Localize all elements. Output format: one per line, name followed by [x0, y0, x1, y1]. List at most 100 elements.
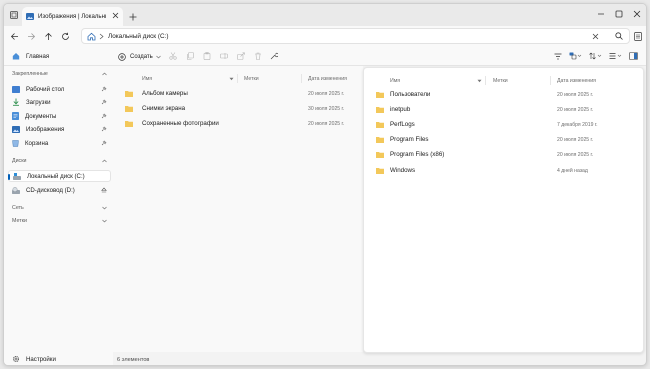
- column-divider[interactable]: [301, 74, 302, 83]
- home-icon: [12, 52, 20, 60]
- file-explorer-window: Изображения | Локальный диск: [3, 3, 647, 366]
- sort-icon[interactable]: [587, 50, 604, 62]
- properties-icon[interactable]: [268, 50, 279, 62]
- desktop-icon: [12, 85, 20, 93]
- drive-icon: [13, 172, 21, 180]
- tags-heading: Метки: [12, 218, 27, 224]
- column-header-date-modified[interactable]: Дата изменения: [308, 76, 347, 82]
- folder-icon: [125, 105, 133, 112]
- sidebar-item-label: Изображения: [26, 125, 65, 133]
- chevron-down-icon[interactable]: [102, 206, 107, 210]
- list-item[interactable]: Сохраненные фотографии 20 июля 2025 г.: [113, 117, 363, 130]
- pin-icon[interactable]: [101, 86, 107, 92]
- sidebar-item-documents[interactable]: Документы: [8, 110, 111, 122]
- folder-icon: [376, 136, 384, 143]
- folder-icon: [125, 120, 133, 127]
- pin-icon[interactable]: [101, 140, 107, 146]
- minimize-icon[interactable]: [594, 8, 608, 20]
- file-name: Program Files (x86): [390, 151, 445, 158]
- close-icon[interactable]: [630, 8, 644, 20]
- column-divider[interactable]: [550, 76, 551, 85]
- sidebar-item-local-disk-c[interactable]: Локальный диск (C:): [8, 170, 111, 182]
- file-name: inetpub: [390, 106, 411, 113]
- pin-icon[interactable]: [101, 113, 107, 119]
- new-tab-icon[interactable]: [128, 12, 138, 22]
- column-divider[interactable]: [237, 74, 238, 83]
- maximize-icon[interactable]: [612, 8, 626, 20]
- list-item[interactable]: Windows 4 дней назад: [364, 164, 643, 177]
- sidebar-item-pictures[interactable]: Изображения: [8, 123, 111, 135]
- details-pane-icon[interactable]: [632, 30, 644, 42]
- breadcrumb-path[interactable]: Локальный диск (C:): [108, 33, 168, 40]
- file-name: Program Files: [390, 136, 429, 143]
- chevron-up-icon[interactable]: [102, 159, 107, 163]
- column-header-name[interactable]: Имя: [142, 76, 152, 82]
- forward-icon[interactable]: [25, 30, 37, 42]
- tab-pictures[interactable]: Изображения | Локальный диск: [22, 7, 123, 26]
- column-header-tags[interactable]: Метки: [493, 78, 508, 84]
- sort-descending-icon: [477, 79, 482, 83]
- sidebar-item-home[interactable]: Главная: [8, 50, 111, 62]
- cut-icon[interactable]: [167, 50, 178, 62]
- delete-icon[interactable]: [252, 50, 263, 62]
- tab-overview-icon[interactable]: [9, 10, 19, 20]
- column-header-tags[interactable]: Метки: [244, 76, 259, 82]
- list-item[interactable]: PerfLogs 7 декабря 2019 г.: [364, 118, 643, 131]
- downloads-icon: [12, 98, 20, 106]
- quick-access-heading: Закрепленные: [12, 71, 48, 77]
- network-heading: Сеть: [12, 205, 24, 211]
- sidebar-item-cd-drive-d[interactable]: CD-дисковод (D:): [8, 184, 111, 196]
- new-button[interactable]: Создать: [118, 50, 161, 63]
- chevron-down-icon[interactable]: [102, 219, 107, 223]
- home-icon[interactable]: [87, 32, 96, 41]
- preview-pane-icon[interactable]: [627, 50, 639, 62]
- search-icon[interactable]: [615, 32, 623, 40]
- tab-close-icon[interactable]: [112, 12, 119, 19]
- list-item[interactable]: inetpub 20 июля 2025 г.: [364, 103, 643, 116]
- pictures-icon: [26, 13, 34, 20]
- up-icon[interactable]: [42, 30, 54, 42]
- column-divider[interactable]: [485, 76, 486, 85]
- column-header-date-modified[interactable]: Дата изменения: [557, 78, 596, 84]
- folder-icon: [376, 91, 384, 98]
- pin-icon[interactable]: [101, 126, 107, 132]
- folder-icon: [376, 151, 384, 158]
- sidebar-item-label: Локальный диск (C:): [27, 172, 85, 180]
- file-date: 20 июля 2025 г.: [557, 137, 594, 143]
- sidebar-item-label: CD-дисковод (D:): [26, 186, 75, 194]
- list-item[interactable]: Program Files (x86) 20 июля 2025 г.: [364, 148, 643, 161]
- sidebar-item-label: Документы: [25, 112, 57, 120]
- file-date: 30 июля 2025 г.: [308, 106, 345, 112]
- sidebar-item-downloads[interactable]: Загрузки: [8, 96, 111, 108]
- refresh-icon[interactable]: [59, 30, 71, 42]
- view-icon[interactable]: [607, 50, 624, 62]
- sidebar-item-desktop[interactable]: Рабочий стол: [8, 83, 111, 95]
- paste-icon[interactable]: [201, 50, 212, 62]
- layout-icon[interactable]: [567, 50, 584, 62]
- pin-icon[interactable]: [101, 99, 107, 105]
- eject-icon[interactable]: [101, 187, 107, 193]
- clear-address-icon[interactable]: [592, 33, 599, 40]
- column-header-name[interactable]: Имя: [390, 78, 400, 84]
- list-item[interactable]: Снимки экрана 30 июля 2025 г.: [113, 102, 363, 115]
- list-item[interactable]: Program Files 20 июля 2025 г.: [364, 133, 643, 146]
- rename-icon[interactable]: [218, 50, 229, 62]
- file-name: Снимки экрана: [142, 105, 186, 112]
- share-icon[interactable]: [235, 50, 246, 62]
- list-item[interactable]: Пользователи 20 июля 2025 г.: [364, 88, 643, 101]
- file-date: 20 июля 2025 г.: [308, 91, 345, 97]
- tab-title: Изображения | Локальный диск: [38, 13, 106, 20]
- settings-button[interactable]: Настройки: [8, 353, 111, 365]
- pictures-file-list: Имя Метки Дата изменения Альбом камеры 2…: [113, 66, 363, 352]
- sidebar-item-label: Загрузки: [26, 98, 51, 106]
- gear-icon: [12, 355, 20, 363]
- folder-icon: [376, 106, 384, 113]
- filter-icon[interactable]: [552, 50, 563, 62]
- back-icon[interactable]: [8, 30, 20, 42]
- address-bar[interactable]: Локальный диск (C:): [81, 28, 630, 44]
- copy-icon[interactable]: [184, 50, 195, 62]
- sidebar-item-recycle-bin[interactable]: Корзина: [8, 137, 111, 149]
- list-item[interactable]: Альбом камеры 20 июля 2025 г.: [113, 87, 363, 100]
- chevron-up-icon[interactable]: [102, 72, 107, 76]
- new-plus-icon: [118, 52, 126, 61]
